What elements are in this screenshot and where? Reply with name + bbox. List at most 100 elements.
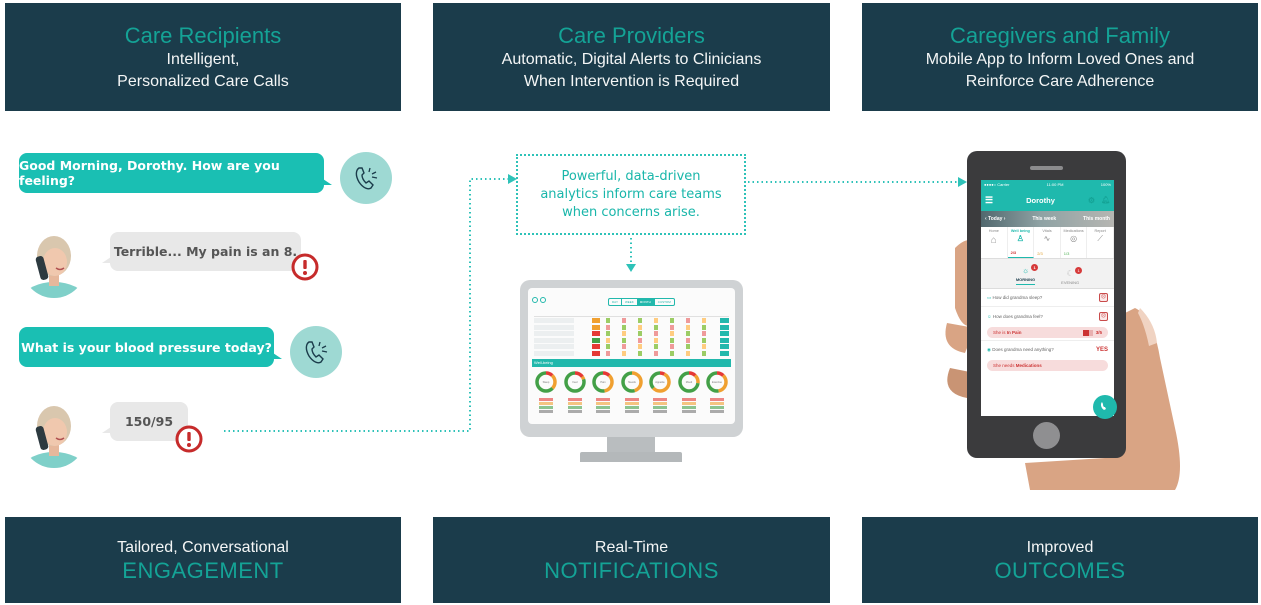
range-custom-button[interactable]: CUSTOM	[653, 299, 674, 305]
tab-this-month[interactable]: This month	[1083, 216, 1110, 222]
vitals-icon: ∿	[1043, 234, 1051, 243]
status-square	[654, 337, 658, 343]
patient-cell	[534, 344, 574, 349]
status-square	[606, 350, 610, 356]
connector-arrow-to-analytics	[224, 174, 517, 432]
menu-icon[interactable]: ☰	[985, 195, 993, 206]
question-text: Does grandma need anything?	[992, 346, 1054, 352]
table-row[interactable]	[534, 344, 729, 349]
bell-icon[interactable]: 🔔︎	[1101, 196, 1110, 205]
status-square	[654, 318, 658, 323]
tab-well-being[interactable]: Well being ♙ 2/3	[1007, 227, 1035, 258]
view-button[interactable]	[720, 344, 729, 349]
view-button[interactable]	[720, 331, 729, 336]
pill-prefix: She needs	[993, 363, 1016, 368]
panel-title: Caregivers and Family	[949, 23, 1171, 48]
status-square	[686, 350, 690, 356]
tab-this-week[interactable]: This week	[1032, 216, 1056, 222]
status-time: 11:00 PM	[1046, 182, 1064, 187]
panel-engagement: Tailored, Conversational ENGAGEMENT	[5, 517, 401, 603]
panel-title: NOTIFICATIONS	[544, 558, 719, 583]
panel-subtitle: Improved	[1026, 539, 1094, 556]
status-square	[670, 331, 674, 336]
view-button[interactable]	[720, 318, 729, 323]
table-row[interactable]	[534, 337, 729, 343]
pain-score: 3/5	[1095, 330, 1102, 335]
pill-value: In Pain	[1006, 330, 1022, 335]
bed-icon: ▭	[987, 294, 992, 300]
donut-label: Appetite	[655, 380, 665, 384]
view-button[interactable]	[720, 350, 729, 356]
stat-line	[653, 406, 667, 409]
bubble-tail	[102, 255, 114, 263]
status-square	[606, 344, 610, 349]
donut-label: Needs	[628, 380, 636, 384]
status-square	[654, 324, 658, 330]
stat-line	[596, 398, 610, 401]
patient-avatar	[22, 398, 86, 470]
status-square	[638, 337, 642, 343]
nav-prev-button[interactable]	[532, 297, 538, 303]
tab-morning[interactable]: ☼ 1 MORNING	[1015, 264, 1039, 285]
tab-today[interactable]: ‹ Today ›	[985, 216, 1005, 222]
stat-line	[596, 402, 610, 405]
stat-line	[681, 410, 696, 413]
range-week-button[interactable]: WEEK	[620, 299, 637, 305]
question-row[interactable]: ☺ How does grandma feel? ☹	[981, 307, 1114, 325]
tab-count: 2/3	[1010, 250, 1017, 255]
stat-line	[624, 398, 639, 401]
view-button[interactable]	[720, 324, 729, 330]
donut-stats	[562, 397, 588, 414]
range-day-button[interactable]: DAY	[609, 299, 621, 305]
alert-cell	[592, 337, 600, 343]
phone-home-button[interactable]	[1033, 422, 1060, 449]
gear-icon[interactable]: ⚙	[1088, 196, 1095, 205]
patient-cell	[534, 324, 574, 330]
status-square	[670, 350, 674, 356]
phone-speaker	[1030, 166, 1063, 170]
table-row[interactable]	[534, 318, 729, 323]
table-row[interactable]	[534, 331, 729, 336]
home-icon: ⌂	[990, 235, 997, 246]
status-carrier: ●●●●○ Carrier	[984, 182, 1010, 187]
stat-line	[539, 406, 553, 409]
tab-today-label: Today	[988, 216, 1003, 222]
nav-next-button[interactable]	[540, 297, 546, 303]
status-square	[622, 337, 626, 343]
stat-line	[539, 410, 553, 413]
stat-line	[653, 398, 667, 401]
tab-report[interactable]: Report ⟋	[1087, 227, 1114, 258]
status-square	[654, 350, 658, 356]
tab-medications[interactable]: Medications ◎ 1/3	[1061, 227, 1088, 258]
status-square	[702, 350, 706, 356]
status-square	[638, 344, 642, 349]
tab-evening[interactable]: ☾ 1 EVENING	[1061, 267, 1083, 285]
time-of-day-tabs: ☼ 1 MORNING ☾ 1 EVENING	[981, 259, 1114, 289]
mood-icon: ☺	[987, 313, 992, 319]
alert-cell	[592, 350, 600, 356]
tab-home[interactable]: Home ⌂	[981, 227, 1008, 258]
pill-prefix: She is	[993, 330, 1007, 335]
status-square	[702, 344, 706, 349]
stat-line	[539, 402, 553, 405]
stat-line	[567, 410, 582, 413]
panel-outcomes: Improved OUTCOMES	[862, 517, 1258, 603]
stat-line	[710, 402, 724, 405]
table-row[interactable]	[534, 324, 729, 330]
stat-line	[681, 398, 696, 401]
table-row[interactable]	[534, 350, 729, 356]
status-square	[686, 324, 690, 330]
tab-vitals[interactable]: Vitals ∿ 2/3	[1034, 227, 1061, 258]
dashboard-screen: DAY WEEK MONTH CUSTOM Well-being Sleep Fe…	[528, 288, 735, 424]
analytics-note: Powerful, data-driven analytics inform c…	[516, 154, 746, 235]
range-month-button[interactable]: MONTH	[636, 299, 654, 305]
call-button[interactable]	[1093, 395, 1117, 419]
panel-subtitle-line: Automatic, Digital Alerts to Clinicians	[501, 51, 762, 68]
status-square	[606, 324, 610, 330]
patient-avatar	[22, 228, 86, 300]
chat-text: 150/95	[124, 414, 174, 429]
view-button[interactable]	[720, 337, 729, 343]
question-row[interactable]: ◉ Does grandma need anything? YES	[981, 340, 1114, 358]
question-row[interactable]: ▭ How did grandma sleep? ☹	[981, 289, 1114, 307]
sun-icon: ☼	[1021, 266, 1030, 275]
